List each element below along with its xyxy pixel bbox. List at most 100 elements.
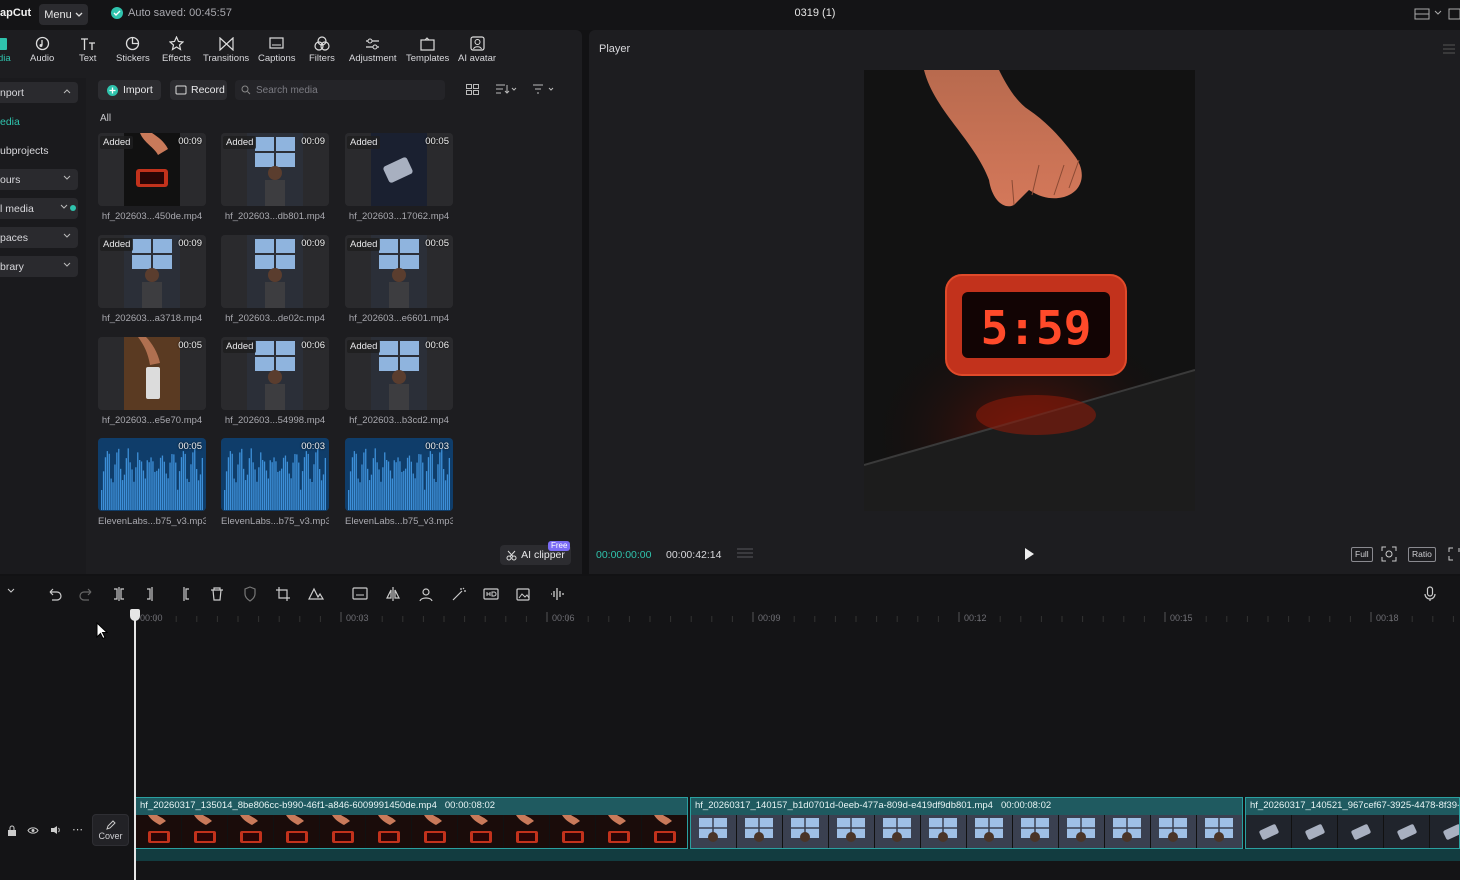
tool-media[interactable]: dia bbox=[0, 36, 11, 64]
media-thumbnail[interactable]: 00:03 bbox=[345, 438, 453, 511]
full-button[interactable]: Full bbox=[1351, 547, 1373, 562]
sidebar-item-media[interactable]: edia bbox=[0, 111, 78, 132]
media-thumbnail[interactable]: Added 00:06 bbox=[221, 337, 329, 410]
tool-adjustment[interactable]: Adjustment bbox=[349, 36, 397, 64]
media-file-name: ElevenLabs...b75_v3.mp3 bbox=[98, 516, 206, 527]
video-preview[interactable]: 5:59 bbox=[864, 70, 1195, 511]
sidebar-item-spaces[interactable]: paces bbox=[0, 227, 78, 248]
chevron-down-icon[interactable] bbox=[6, 586, 22, 602]
duration-label: 00:06 bbox=[301, 340, 325, 351]
sort-icon[interactable] bbox=[496, 84, 518, 95]
tool-audio[interactable]: Audio bbox=[30, 36, 54, 64]
tool-captions[interactable]: Captions bbox=[258, 36, 296, 64]
search-media-input[interactable]: Search media bbox=[235, 80, 445, 100]
duration-label: 00:05 bbox=[178, 441, 202, 452]
record-button[interactable]: Record bbox=[170, 80, 227, 100]
media-thumbnail[interactable]: 00:05 bbox=[98, 337, 206, 410]
fullscreen-icon[interactable] bbox=[1448, 547, 1460, 561]
play-icon[interactable] bbox=[1023, 547, 1035, 561]
focus-icon[interactable] bbox=[1381, 546, 1397, 562]
plus-icon bbox=[107, 84, 118, 96]
grid-view-icon[interactable] bbox=[466, 84, 479, 95]
project-title[interactable]: 0319 (1) bbox=[760, 7, 870, 19]
split-left-icon[interactable] bbox=[144, 586, 160, 602]
image-edit-icon[interactable] bbox=[516, 586, 532, 602]
tool-ai-avatar[interactable]: AI avatar bbox=[458, 36, 496, 64]
split-icon[interactable] bbox=[111, 586, 127, 602]
media-thumbnail[interactable]: 00:03 bbox=[221, 438, 329, 511]
shield-icon[interactable] bbox=[242, 586, 258, 602]
undo-icon[interactable] bbox=[46, 586, 62, 602]
timeline-clip[interactable]: hf_20260317_140521_967cef67-3925-4478-8f… bbox=[1245, 797, 1460, 849]
tool-label: Transitions bbox=[203, 53, 250, 64]
cover-button[interactable]: Cover bbox=[92, 814, 129, 846]
scissors-icon bbox=[506, 550, 517, 560]
media-filter-all[interactable]: All bbox=[100, 113, 111, 124]
clip-duration: 00:00:08:02 bbox=[444, 800, 496, 811]
import-button[interactable]: Import bbox=[98, 80, 161, 100]
media-thumbnail[interactable]: Added 00:09 bbox=[98, 235, 206, 308]
media-thumbnail[interactable]: Added 00:09 bbox=[221, 133, 329, 206]
clip-frame bbox=[458, 815, 504, 848]
text-icon bbox=[80, 36, 96, 51]
media-thumbnail[interactable]: Added 00:09 bbox=[98, 133, 206, 206]
remove-background-icon[interactable] bbox=[418, 586, 434, 602]
subtitle-icon[interactable] bbox=[352, 586, 368, 602]
menu-lines-icon[interactable] bbox=[1443, 44, 1455, 54]
delete-icon[interactable] bbox=[209, 586, 225, 602]
sidebar-item-library[interactable]: brary bbox=[0, 256, 78, 277]
hd-icon[interactable] bbox=[483, 586, 499, 602]
tool-filters[interactable]: Filters bbox=[309, 36, 335, 64]
mirror-icon[interactable] bbox=[385, 586, 401, 602]
status-dot bbox=[70, 205, 76, 211]
tool-templates[interactable]: Templates bbox=[406, 36, 449, 64]
redo-icon[interactable] bbox=[79, 586, 95, 602]
volume-icon[interactable] bbox=[50, 825, 61, 835]
tool-transitions[interactable]: Transitions bbox=[203, 36, 249, 64]
panel-icon[interactable] bbox=[1448, 8, 1460, 20]
tool-effects[interactable]: Effects bbox=[162, 36, 191, 64]
clip-frame bbox=[875, 815, 921, 848]
sidebar-item-import[interactable]: nport bbox=[0, 82, 78, 103]
timeline-ruler[interactable] bbox=[135, 608, 1460, 626]
magic-wand-icon[interactable] bbox=[451, 586, 467, 602]
playhead-handle[interactable] bbox=[130, 609, 140, 621]
clip-frame bbox=[737, 815, 783, 848]
split-right-icon[interactable] bbox=[176, 586, 192, 602]
timeline-clip[interactable]: hf_20260317_135014_8be806cc-b990-46f1-a8… bbox=[135, 797, 688, 849]
media-thumbnail[interactable]: Added 00:05 bbox=[345, 133, 453, 206]
auto-reframe-icon[interactable] bbox=[308, 586, 324, 602]
media-thumbnail[interactable]: Added 00:06 bbox=[345, 337, 453, 410]
media-thumbnail[interactable]: 00:09 bbox=[221, 235, 329, 308]
crop-icon[interactable] bbox=[275, 586, 291, 602]
microphone-icon[interactable] bbox=[1422, 586, 1438, 602]
grid-lines-icon[interactable] bbox=[736, 547, 754, 561]
timeline-clip[interactable]: hf_20260317_140157_b1d0701d-0eeb-477a-80… bbox=[690, 797, 1243, 849]
media-file-name: ElevenLabs...b75_v3.mp3 bbox=[345, 516, 453, 527]
lock-icon[interactable] bbox=[7, 825, 17, 836]
media-thumbnail[interactable]: 00:05 bbox=[98, 438, 206, 511]
audio-track-strip[interactable] bbox=[135, 849, 1460, 861]
layout-icon[interactable] bbox=[1414, 8, 1430, 20]
menu-button[interactable]: Menu bbox=[39, 4, 88, 25]
sidebar-item-subprojects[interactable]: ubprojects bbox=[0, 140, 78, 161]
sidebar-item-ai-media[interactable]: l media bbox=[0, 198, 78, 219]
added-badge: Added bbox=[223, 340, 257, 353]
media-thumbnail[interactable]: Added 00:05 bbox=[345, 235, 453, 308]
more-icon[interactable]: ⋯ bbox=[72, 823, 83, 836]
playhead[interactable] bbox=[134, 612, 136, 880]
added-badge: Added bbox=[100, 238, 134, 251]
eye-icon[interactable] bbox=[27, 826, 39, 835]
clip-name: hf_20260317_140521_967cef67-3925-4478-8f… bbox=[1250, 800, 1460, 811]
tool-label: Effects bbox=[162, 53, 191, 64]
tool-stickers[interactable]: Stickers bbox=[116, 36, 150, 64]
sidebar-item-yours[interactable]: ours bbox=[0, 169, 78, 190]
audio-wave-icon[interactable] bbox=[549, 586, 565, 602]
tool-text[interactable]: Text bbox=[79, 36, 96, 64]
chevron-down-icon[interactable] bbox=[1434, 10, 1442, 16]
ratio-button[interactable]: Ratio bbox=[1408, 547, 1436, 562]
filter-icon[interactable] bbox=[533, 84, 555, 95]
sidebar-item-label: brary bbox=[0, 260, 24, 273]
clip-frame bbox=[1013, 815, 1059, 848]
clip-frame bbox=[228, 815, 274, 848]
